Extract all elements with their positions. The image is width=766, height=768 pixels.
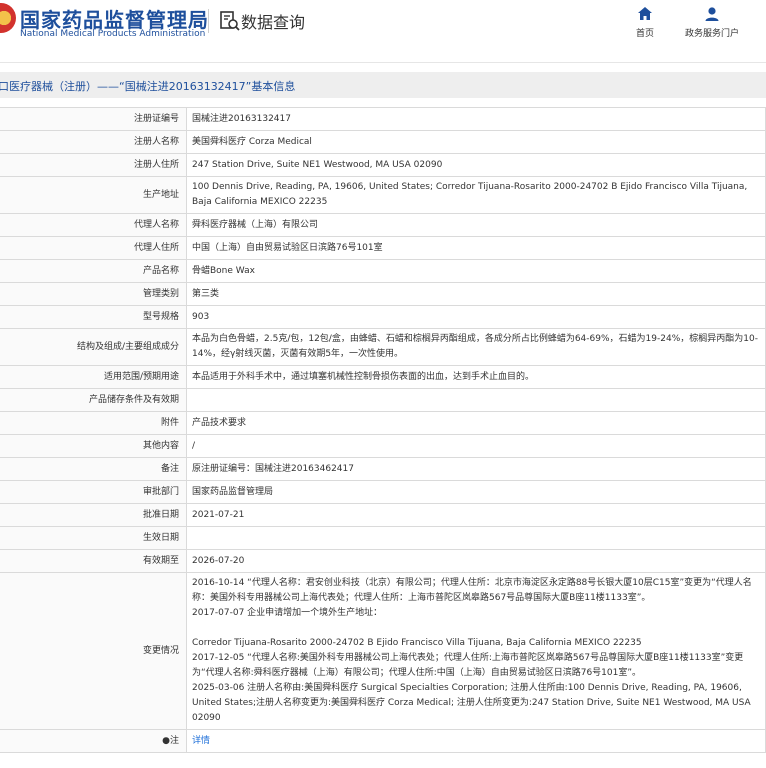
change-entry: 2017-12-05 “代理人名称:美国外科专用器械公司上海代表处；代理人住所:…	[192, 653, 744, 678]
change-entry: 2017-07-07 企业申请增加一个境外生产地址：	[192, 608, 383, 618]
table-row: 备注 原注册证编号：国械注进20163462417	[0, 457, 766, 481]
user-icon	[705, 7, 719, 21]
page-title: 口医疗器械（注册）——“国械注进20163132417”基本信息	[0, 80, 296, 93]
row-label: 产品储存条件及有效期	[0, 388, 187, 412]
row-value	[186, 388, 766, 412]
table-row: 附件 产品技术要求	[0, 411, 766, 435]
table-row: 结构及组成/主要组成成分 本品为白色骨蜡，2.5克/包，12包/盒，由蜂蜡、石蜡…	[0, 328, 766, 366]
row-value: 2021-07-21	[186, 503, 766, 527]
table-row: 注册证编号 国械注进20163132417	[0, 107, 766, 131]
table-row: 代理人住所 中国（上海）自由贸易试验区日滨路76号101室	[0, 236, 766, 260]
row-label: 型号规格	[0, 305, 187, 329]
row-label: 注册人名称	[0, 130, 187, 154]
detail-link[interactable]: 详情	[192, 736, 210, 746]
home-icon	[638, 7, 652, 20]
row-value: 骨蜡Bone Wax	[186, 259, 766, 283]
table-row: 管理类别 第三类	[0, 282, 766, 306]
table-row: 注册人住所 247 Station Drive, Suite NE1 Westw…	[0, 153, 766, 177]
row-label: 适用范围/预期用途	[0, 365, 187, 389]
row-label: 有效期至	[0, 549, 187, 573]
row-label: 备注	[0, 457, 187, 481]
row-value: 100 Dennis Drive, Reading, PA, 19606, Un…	[186, 176, 766, 214]
data-query-title: 数据查询	[241, 13, 306, 32]
note-value: 详情	[186, 729, 766, 753]
change-history: 2016-10-14 “代理人名称：君安创业科技（北京）有限公司；代理人住所：北…	[186, 572, 766, 730]
data-query-icon	[220, 11, 240, 31]
table-row: 产品储存条件及有效期	[0, 388, 766, 412]
table-row-change-history: 变更情况 2016-10-14 “代理人名称：君安创业科技（北京）有限公司；代理…	[0, 572, 766, 730]
nav-home-label: 首页	[635, 29, 654, 39]
row-value	[186, 526, 766, 550]
row-label: 生产地址	[0, 176, 187, 214]
table-row: 型号规格 903	[0, 305, 766, 329]
header-divider	[208, 9, 209, 33]
row-value: 247 Station Drive, Suite NE1 Westwood, M…	[186, 153, 766, 177]
row-value: 国械注进20163132417	[186, 107, 766, 131]
site-header: 国家药品监督管理局 National Medical Products Admi…	[0, 0, 766, 63]
row-label: 代理人名称	[0, 213, 187, 237]
nav-home[interactable]: 首页	[630, 6, 660, 39]
table-row: 适用范围/预期用途 本品适用于外科手术中，通过填塞机械性控制骨损伤表面的出血，达…	[0, 365, 766, 389]
row-value: 本品适用于外科手术中，通过填塞机械性控制骨损伤表面的出血，达到手术止血目的。	[186, 365, 766, 389]
row-value: 903	[186, 305, 766, 329]
row-label: 审批部门	[0, 480, 187, 504]
row-value: 产品技术要求	[186, 411, 766, 435]
table-row: 生产地址 100 Dennis Drive, Reading, PA, 1960…	[0, 176, 766, 214]
row-value: 美国舜科医疗 Corza Medical	[186, 130, 766, 154]
row-value: 国家药品监督管理局	[186, 480, 766, 504]
row-value: /	[186, 434, 766, 458]
table-row: 批准日期 2021-07-21	[0, 503, 766, 527]
table-row: 审批部门 国家药品监督管理局	[0, 480, 766, 504]
info-table: 注册证编号 国械注进20163132417 注册人名称 美国舜科医疗 Corza…	[0, 107, 766, 753]
row-label: 产品名称	[0, 259, 187, 283]
row-label: 结构及组成/主要组成成分	[0, 328, 187, 366]
nav-portal-label: 政务服务门户	[684, 29, 739, 39]
row-value: 原注册证编号：国械注进20163462417	[186, 457, 766, 481]
change-entry: Corredor Tijuana-Rosarito 2000-24702 B E…	[192, 638, 642, 648]
row-value: 第三类	[186, 282, 766, 306]
table-row: 注册人名称 美国舜科医疗 Corza Medical	[0, 130, 766, 154]
bullet-icon: ●	[162, 735, 170, 746]
table-row: 生效日期	[0, 526, 766, 550]
table-row: 产品名称 骨蜡Bone Wax	[0, 259, 766, 283]
row-value: 舜科医疗器械（上海）有限公司	[186, 213, 766, 237]
note-label: ●注	[0, 729, 187, 753]
row-label: 注册人住所	[0, 153, 187, 177]
change-entry: 2016-10-14 “代理人名称：君安创业科技（北京）有限公司；代理人住所：北…	[192, 578, 752, 603]
row-value: 2026-07-20	[186, 549, 766, 573]
row-label: 附件	[0, 411, 187, 435]
note-label-text: 注	[169, 735, 179, 746]
row-label: 批准日期	[0, 503, 187, 527]
row-label: 生效日期	[0, 526, 187, 550]
row-label: 代理人住所	[0, 236, 187, 260]
row-value: 本品为白色骨蜡，2.5克/包，12包/盒，由蜂蜡、石蜡和棕榈异丙酯组成，各成分所…	[186, 328, 766, 366]
page-title-bar: 口医疗器械（注册）——“国械注进20163132417”基本信息	[0, 72, 766, 98]
logo-subtitle: National Medical Products Administration	[20, 29, 206, 39]
table-row: 代理人名称 舜科医疗器械（上海）有限公司	[0, 213, 766, 237]
nav-service-portal[interactable]: 政务服务门户	[680, 6, 744, 39]
change-entry-blank	[192, 621, 759, 636]
row-value: 中国（上海）自由贸易试验区日滨路76号101室	[186, 236, 766, 260]
table-row: 其他内容 /	[0, 434, 766, 458]
row-label: 其他内容	[0, 434, 187, 458]
table-row: 有效期至 2026-07-20	[0, 549, 766, 573]
table-row-note: ●注 详情	[0, 729, 766, 753]
change-label: 变更情况	[0, 572, 187, 730]
change-entry: 2025-03-06 注册人名称由:美国舜科医疗 Surgical Specia…	[192, 683, 754, 723]
emblem-icon	[0, 3, 16, 33]
row-label: 注册证编号	[0, 107, 187, 131]
row-label: 管理类别	[0, 282, 187, 306]
